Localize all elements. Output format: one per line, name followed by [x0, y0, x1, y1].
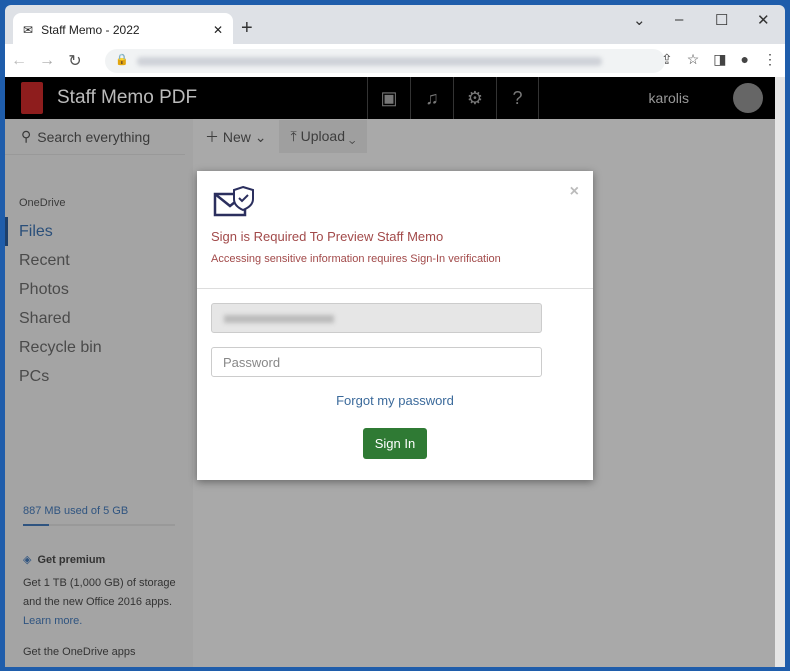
profile-icon[interactable]: ●	[741, 51, 749, 68]
learn-more-link[interactable]: Learn more.	[23, 612, 188, 631]
storage-bar	[23, 524, 175, 526]
browser-toolbar: ← → ↻ 🔒 ⇪ ☆ ◨ ● ⋮	[5, 44, 785, 77]
username[interactable]: karolis	[649, 90, 689, 106]
close-window-button[interactable]: ✕	[757, 11, 770, 29]
tab-close-icon[interactable]: ✕	[213, 23, 223, 37]
gear-icon[interactable]: ⚙	[453, 77, 496, 119]
search-icon: ⚲	[21, 128, 32, 144]
sidebar-item-recent[interactable]: Recent	[5, 246, 193, 275]
tab-search-icon[interactable]: ⌄	[633, 11, 646, 29]
modal-subtitle: Accessing sensitive information requires…	[211, 253, 501, 265]
sign-in-button[interactable]: Sign In	[363, 428, 427, 459]
password-field[interactable]	[211, 347, 542, 377]
forgot-password-link[interactable]: Forgot my password	[197, 393, 593, 408]
modal-title: Sign is Required To Preview Staff Memo	[211, 229, 444, 244]
search-input[interactable]: ⚲ Search everything	[5, 119, 185, 155]
sidebar-item-shared[interactable]: Shared	[5, 304, 193, 333]
lock-icon: 🔒	[115, 54, 129, 66]
section-label: OneDrive	[19, 197, 66, 209]
app-title: Staff Memo PDF	[57, 87, 198, 108]
storage-text[interactable]: 887 MB used of 5 GB	[23, 505, 128, 517]
forward-icon[interactable]: →	[33, 52, 61, 70]
menu-icon[interactable]: ⋮	[763, 51, 777, 68]
sidebar: ⚲ Search everything OneDrive Files Recent…	[5, 119, 193, 667]
star-icon[interactable]: ☆	[687, 51, 700, 68]
back-icon[interactable]: ←	[5, 52, 33, 70]
sidebar-item-pcs[interactable]: PCs	[5, 362, 193, 391]
blurred-url	[137, 57, 602, 66]
email-field[interactable]	[211, 303, 542, 333]
help-icon[interactable]: ?	[496, 77, 539, 119]
get-apps-link[interactable]: Get the OneDrive apps	[23, 643, 188, 662]
command-bar: ＋ New ⌄ ⤒ Upload ⌄	[193, 119, 775, 154]
pdf-logo-icon	[21, 82, 43, 114]
side-panel-icon[interactable]: ◨	[713, 51, 726, 68]
share-icon[interactable]: ⇪	[661, 51, 673, 68]
tab-favicon-icon: ✉	[23, 23, 34, 37]
new-button[interactable]: ＋ New ⌄	[193, 119, 279, 155]
minimize-button[interactable]: –	[675, 11, 683, 28]
avatar[interactable]	[733, 83, 763, 113]
upload-button[interactable]: ⤒ Upload ⌄	[278, 120, 368, 153]
sidebar-item-photos[interactable]: Photos	[5, 275, 193, 304]
search-placeholder: Search everything	[37, 128, 151, 145]
bell-icon[interactable]: ♫	[410, 77, 453, 119]
secure-mail-icon	[213, 185, 254, 217]
premium-text: Get 1 TB (1,000 GB) of storage and the n…	[23, 577, 176, 608]
address-bar[interactable]: 🔒	[105, 49, 665, 73]
reload-icon[interactable]: ↻	[61, 51, 89, 71]
sidebar-item-recycle-bin[interactable]: Recycle bin	[5, 333, 193, 362]
scrollbar[interactable]	[775, 77, 785, 667]
sidebar-item-files[interactable]: Files	[5, 217, 193, 246]
tab-title: Staff Memo - 2022	[41, 23, 140, 37]
feedback-icon[interactable]: ▣	[367, 77, 410, 119]
new-tab-button[interactable]: +	[241, 17, 253, 40]
browser-tab[interactable]: ✉ Staff Memo - 2022 ✕	[13, 13, 233, 47]
app-header: Staff Memo PDF ▣ ♫ ⚙ ? karolis	[5, 77, 775, 119]
signin-modal: × Sign is Required To Preview Staff Memo…	[197, 171, 593, 480]
divider	[197, 288, 593, 289]
premium-title: Get premium	[37, 554, 106, 566]
diamond-icon: ◈	[23, 554, 32, 566]
close-icon[interactable]: ×	[570, 183, 579, 201]
maximize-button[interactable]: ☐	[715, 11, 728, 29]
